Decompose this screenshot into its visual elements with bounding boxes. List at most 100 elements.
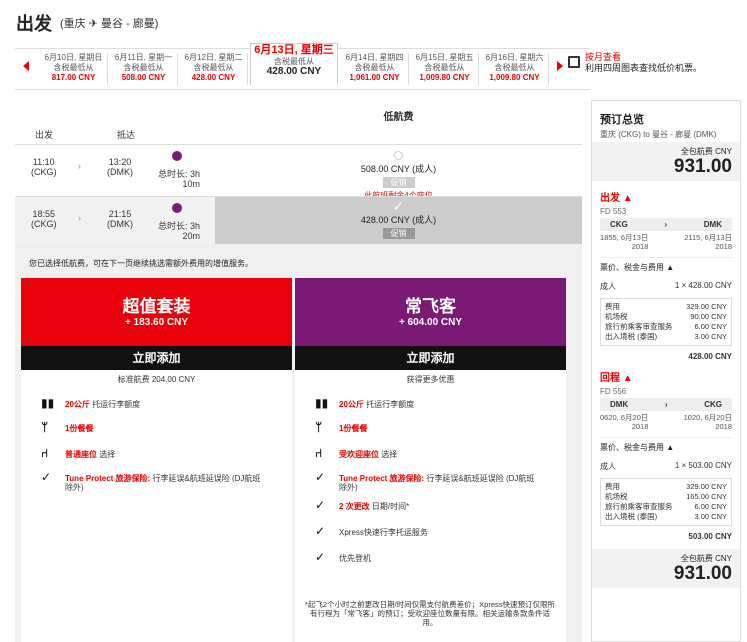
premium-flex-card: 常飞客 + 604.00 CNY 立即添加 获得更多优惠 ▮▮ 20公斤 托运行李… bbox=[295, 278, 566, 642]
flight-details-icon[interactable] bbox=[172, 151, 182, 161]
premium-flex-name: 常飞客 bbox=[405, 297, 456, 316]
day-cell[interactable]: 6月15日, 星期五 含税最低从 1,009.80 CNY bbox=[411, 53, 479, 85]
fare-radio[interactable] bbox=[394, 151, 403, 160]
feature-item: ⑁ 受欢迎座位 选择 bbox=[315, 446, 398, 460]
day-price: 817.00 CNY bbox=[51, 73, 96, 82]
premium-flex-sub: 获得更多优惠 bbox=[406, 375, 455, 384]
meal-icon: ᛘ bbox=[41, 420, 49, 434]
adult-row: 成人 1 × 428.00 CNY bbox=[600, 281, 732, 291]
flight-number: FD 553 bbox=[600, 207, 627, 216]
fee-breakdown: 费用 329.00 CNY 机场税 165.00 CNY 旅行前乘客审查服务 6.00… bbox=[600, 478, 732, 526]
dep-code: (CKG) bbox=[31, 219, 57, 229]
day-date: 6月11日, 星期一 bbox=[114, 53, 173, 62]
route-label: (重庆 ✈ 曼谷 - 廊曼) bbox=[60, 18, 159, 30]
day-date: 6月15日, 星期五 bbox=[415, 53, 474, 62]
leg-subtotal: 428.00 CNY bbox=[688, 352, 732, 361]
day-cell-selected[interactable]: 6月13日, 星期三 含税最低从 428.00 CNY bbox=[250, 43, 338, 85]
value-pack-price: + 183.60 CNY bbox=[124, 317, 189, 328]
leg-times: 1855, 6月13日 2018 2115, 6月13日 2018 bbox=[600, 233, 732, 251]
arr-code: (DMK) bbox=[107, 167, 133, 177]
seat-icon: ⑁ bbox=[41, 446, 49, 460]
next-week-arrow-icon[interactable] bbox=[557, 61, 563, 71]
duration: 总时长: 3h 20m bbox=[157, 221, 200, 241]
day-price: 508.00 CNY bbox=[121, 73, 166, 82]
day-price: 1,009.80 CNY bbox=[489, 73, 540, 82]
value-pack-name: 超值套装 bbox=[122, 297, 191, 316]
value-pack-sub: 标准航费 204.00 CNY bbox=[117, 375, 196, 384]
day-date: 6月12日, 星期二 bbox=[184, 53, 243, 62]
fare-section-toggle[interactable]: 票价、税金与费用 ▲ bbox=[600, 437, 732, 453]
arr-time: 13:20 bbox=[108, 157, 132, 167]
value-pack-header: 超值套装 + 183.60 CNY bbox=[21, 278, 292, 346]
feature-item: ✓ 优先登机 bbox=[315, 550, 371, 564]
calendar-icon[interactable] bbox=[568, 56, 580, 68]
day-cell[interactable]: 6月11日, 星期一 含税最低从 508.00 CNY bbox=[110, 53, 178, 85]
return-toggle[interactable]: 回程 ▲ bbox=[600, 369, 732, 384]
day-label: 含税最低从 bbox=[424, 63, 465, 72]
dep-code: (CKG) bbox=[31, 167, 57, 177]
feature-item: ▮▮ 20公斤 托运行李额度 bbox=[315, 396, 415, 410]
day-cell[interactable]: 6月14日, 星期四 含税最低从 1,061.00 CNY bbox=[341, 53, 409, 85]
arr-header: 抵达 bbox=[117, 130, 136, 140]
add-value-pack-button[interactable]: 立即添加 bbox=[21, 346, 292, 370]
leg-subtotal: 503.00 CNY bbox=[688, 532, 732, 541]
day-date: 6月14日, 星期四 bbox=[345, 53, 404, 62]
feature-item: ⑁ 普通座位 选择 bbox=[41, 446, 116, 460]
dep-header: 出发 bbox=[35, 130, 54, 140]
day-date: 6月16日, 星期六 bbox=[485, 53, 544, 62]
outbound-toggle[interactable]: 出发 ▲ bbox=[600, 189, 732, 204]
fare-amount: 508.00 CNY (成人) bbox=[360, 164, 437, 174]
feature-item: ✓ Tune Protect 旅游保险: 行李延误&航班延误险 (DJ航班除外) bbox=[315, 470, 535, 492]
monthly-view-link[interactable]: 按月查看 利用四周图表查找低价机票。 bbox=[585, 52, 702, 74]
fare-cell[interactable]: ✓ 428.00 CNY (成人) 促销 bbox=[215, 197, 582, 249]
booking-summary: 预订总览 重庆 (CKG) to 曼谷 - 廊曼 (DMK) 全包航费 CNY … bbox=[591, 100, 741, 642]
day-cell[interactable]: 6月16日, 星期六 含税最低从 1,009.80 CNY bbox=[481, 53, 549, 85]
day-label: 含税最低从 bbox=[53, 63, 94, 72]
flight-details-icon[interactable] bbox=[172, 203, 182, 213]
check-icon: ✓ bbox=[392, 198, 405, 214]
total-box: 全包航费 CNY 931.00 bbox=[592, 142, 740, 181]
day-label: 含税最低从 bbox=[354, 63, 395, 72]
summary-route: 重庆 (CKG) to 曼谷 - 廊曼 (DMK) bbox=[600, 130, 717, 139]
day-label: 含税最低从 bbox=[494, 63, 535, 72]
airport-bar: DMK › CKG bbox=[600, 398, 732, 411]
premium-flex-price: + 604.00 CNY bbox=[398, 317, 463, 328]
monthly-desc: 利用四周图表查找低价机票。 bbox=[585, 63, 703, 73]
day-price: 428.00 CNY bbox=[191, 73, 236, 82]
check-icon: ✓ bbox=[315, 524, 326, 538]
outbound-leg: 出发 ▲ FD 553 CKG › DMK 1855, 6月13日 2018 2115… bbox=[592, 189, 740, 361]
meal-icon: ᛘ bbox=[315, 420, 323, 434]
arr-info: 13:20 (DMK) bbox=[107, 157, 133, 177]
prev-week-arrow-icon[interactable] bbox=[23, 61, 29, 71]
fare-section-toggle[interactable]: 票价、税金与费用 ▲ bbox=[600, 257, 732, 273]
day-cell[interactable]: 6月10日, 星期日 含税最低从 817.00 CNY bbox=[40, 53, 108, 85]
day-price: 1,061.00 CNY bbox=[349, 73, 400, 82]
dep-info: 11:10 (CKG) bbox=[31, 157, 57, 177]
feature-item: ᛘ 1份餐餐 bbox=[315, 420, 368, 434]
monthly-link-text[interactable]: 按月查看 bbox=[585, 52, 702, 63]
leg-times: 0620, 6月20日 2018 1020, 6月20日 2018 bbox=[600, 413, 732, 431]
premium-flex-header: 常飞客 + 604.00 CNY bbox=[295, 278, 566, 346]
flight-row[interactable]: 11:10 (CKG) › 13:20 (DMK) 总时长: 3h 10m 508.… bbox=[15, 144, 582, 200]
total-amount: 931.00 bbox=[673, 156, 732, 177]
luggage-icon: ▮▮ bbox=[41, 396, 55, 410]
check-icon: ✓ bbox=[41, 470, 52, 484]
check-icon: ✓ bbox=[315, 550, 326, 564]
fare-cell[interactable]: 508.00 CNY (成人) 促销 此航班剩余4个座位 bbox=[215, 145, 582, 200]
feature-item: ▮▮ 20公斤 托运行李额度 bbox=[41, 396, 141, 410]
dep-info: 18:55 (CKG) bbox=[31, 209, 57, 229]
date-strip: 6月10日, 星期日 含税最低从 817.00 CNY 6月11日, 星期一 含税最低… bbox=[15, 43, 590, 90]
check-icon: ✓ bbox=[315, 498, 326, 512]
luggage-icon: ▮▮ bbox=[315, 396, 329, 410]
total-box-bottom: 全包航费 CNY 931.00 bbox=[592, 549, 740, 588]
day-price: 428.00 CNY bbox=[266, 66, 322, 77]
page-title: 出发 bbox=[16, 14, 52, 34]
add-premium-flex-button[interactable]: 立即添加 bbox=[295, 346, 566, 370]
day-cell[interactable]: 6月12日, 星期二 含税最低从 428.00 CNY bbox=[180, 53, 248, 85]
feature-item: ✓ 2 次更改 日期/时间* bbox=[315, 498, 410, 512]
duration: 总时长: 3h 10m bbox=[157, 169, 200, 189]
upsell-note: 您已选择低航费，可在下一页继续挑选需额外费用的增值服务。 bbox=[29, 259, 253, 268]
flight-row-selected[interactable]: 18:55 (CKG) › 21:15 (DMK) 总时长: 3h 20m ✓ 42… bbox=[15, 196, 582, 249]
total-amount: 931.00 bbox=[673, 563, 732, 584]
return-leg: 回程 ▲ FD 556 DMK › CKG 0620, 6月20日 2018 1020… bbox=[592, 369, 740, 541]
